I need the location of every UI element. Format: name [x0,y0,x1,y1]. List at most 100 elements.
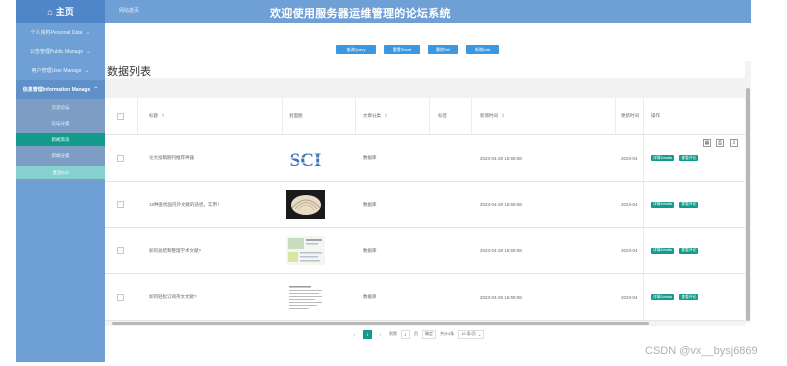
select-all-checkbox[interactable] [117,112,124,120]
goto-page-input[interactable]: 1 [401,329,410,339]
column-divider [137,98,138,134]
column-divider [643,182,644,227]
add-button[interactable]: 新增Add [466,45,499,54]
reset-button[interactable]: 重置Reset [384,45,420,54]
submenu-item-exit[interactable]: 退出Exit [16,166,105,179]
submenu-item-forum-category[interactable]: 论坛分类 [16,117,105,130]
row-updated: 2023-04 [621,155,638,161]
vertical-scrollbar-thumb[interactable] [746,88,750,321]
sidebar-item-user-manage[interactable]: 用户管理User Manage ⌄ [16,61,105,80]
row-checkbox[interactable] [117,293,124,301]
document-collage-image [286,236,325,265]
sort-icon[interactable]: ⇕ [501,113,505,119]
goto-label: 到第 [389,331,397,336]
details-button[interactable]: 详情Details [651,247,675,254]
home-link[interactable]: ⌂ 主页 [16,0,105,23]
sci-logo-image: SCI [286,143,325,173]
sort-icon[interactable]: ⇕ [384,113,388,119]
header-created[interactable]: 新增时间 ⇕ [480,98,505,134]
sort-icon[interactable]: ⇕ [161,113,165,119]
header-category[interactable]: 文章分类 ⇕ [363,98,388,134]
row-title: 论文投稿期刊推荐神器 [149,155,194,160]
next-page-icon[interactable]: › [376,329,385,339]
row-created: 2023-04-28 16:59:08 [480,294,522,300]
row-title: 如何总结和整理学术文献? [149,247,202,253]
column-divider [643,228,644,273]
shell-photo-image [286,190,325,219]
column-divider [643,135,644,181]
page-title: 欢迎使用服务器运维管理的论坛系统 [270,8,451,20]
column-divider [282,98,283,134]
sidebar-item-public-manage[interactable]: 公告管理Public Manage ⌄ [16,42,105,61]
top-bar: 网站首页 欢迎使用服务器运维管理的论坛系统 [105,0,751,23]
header-cover: 封面图 [289,98,303,134]
table-row: 如何轻松订阅英文文献? 数据库 2023-04-28 16:59:08 2023… [105,274,745,321]
page-size-select[interactable]: 10 条/页 ⌄ [458,329,485,339]
main-content: 查询Query 重置Reset 删除Del 新增Add 数据列表 ▦ ⎙ ⇩ 标… [105,23,751,362]
sidebar-item-label: 公告管理Public Manage [29,49,84,55]
header-label: 标题 [149,113,158,118]
chevron-down-icon: ⌄ [86,49,92,55]
row-category: 数据库 [363,201,377,207]
column-divider [355,98,356,134]
row-checkbox[interactable] [117,201,124,208]
horizontal-scrollbar[interactable] [105,321,745,326]
row-title: 19种查找国内外文献的途径，实用！ [149,201,222,207]
row-created: 2023-04-28 16:59:08 [480,202,522,207]
goto-confirm-button[interactable]: 确定 [422,329,436,339]
header-label: 操作 [651,113,660,118]
chevron-up-icon: ⌃ [93,87,99,93]
details-button[interactable]: 详情Details [651,201,675,208]
header-updated[interactable]: 更新时间 [621,98,639,134]
horizontal-scrollbar-thumb[interactable] [112,322,649,325]
site-home-link[interactable]: 网站首页 [119,7,139,14]
view-comments-button[interactable]: 查看评论 [679,201,699,208]
row-category: 数据库 [363,247,377,253]
table-row: 19种查找国内外文献的途径，实用！ 数据库 2023-04-28 16:59:0… [105,182,745,228]
cover-image-shell [286,182,325,227]
page-number-current[interactable]: 1 [363,329,372,339]
row-checkbox[interactable] [117,247,124,254]
view-comments-button[interactable]: 查看评论 [679,247,699,254]
delete-button[interactable]: 删除Del [428,45,458,54]
row-title: 如何轻松订阅英文文献? [149,294,197,299]
view-comments-button[interactable]: 查看评论 [679,155,699,161]
header-label: 更新时间 [621,113,639,118]
data-table: 标题 ⇕ 封面图 文章分类 ⇕ 标签 新增时间 ⇕ 更新时间 操作 论文投稿期刊推荐神… [105,98,745,323]
header-label: 文章分类 [363,113,381,118]
vertical-scrollbar[interactable] [745,61,751,323]
table-row: 如何总结和整理学术文献? 数据库 2023-04-28 16:59:08 202… [105,228,745,274]
details-button[interactable]: 详情Details [651,294,675,300]
row-checkbox[interactable] [117,154,124,162]
table-header: 标题 ⇕ 封面图 文章分类 ⇕ 标签 新增时间 ⇕ 更新时间 操作 [105,98,745,135]
sidebar: ⌂ 主页 个人资料Personal Data ⌄ 公告管理Public Mana… [16,0,105,362]
header-title[interactable]: 标题 ⇕ [149,98,165,134]
row-created: 2023-04-28 16:59:08 [480,155,522,161]
submenu-item-news-category[interactable]: 新闻分类 [16,149,105,162]
cover-image-sci-logo: SCI [286,135,325,181]
chevron-down-icon: ⌄ [85,30,91,36]
query-button[interactable]: 查询Query [336,45,376,54]
header-label: 标签 [438,113,447,118]
cover-image-text-page [286,274,325,320]
column-divider [643,98,644,134]
submenu-item-forum[interactable]: 交流论坛 [16,101,105,114]
prev-page-icon[interactable]: ‹ [350,329,359,339]
column-divider [615,98,616,134]
row-category: 数据库 [363,155,377,160]
chevron-down-icon: ⌄ [84,68,90,74]
watermark-text: CSDN @vx__bysj6869 [645,345,758,357]
pagination: ‹ 1 › 到第 1 页 确定 共计4条 10 条/页 ⌄ [350,329,485,339]
page-unit-label: 页 [414,331,418,336]
column-divider [471,98,472,134]
sidebar-item-label: 信息管理Information Manage [22,87,91,93]
details-button[interactable]: 详情Details [651,155,675,161]
row-updated: 2023-04 [621,202,638,207]
submenu-item-news[interactable]: 新闻资讯 [16,133,105,146]
view-comments-button[interactable]: 查看评论 [679,294,699,300]
sidebar-item-information-manage[interactable]: 信息管理Information Manage ⌃ [16,80,105,99]
sidebar-item-personal-data[interactable]: 个人资料Personal Data ⌄ [16,23,105,42]
row-updated: 2023-04 [621,248,638,253]
table-toolbar: ▦ ⎙ ⇩ [105,78,749,147]
header-label: 封面图 [289,113,303,118]
